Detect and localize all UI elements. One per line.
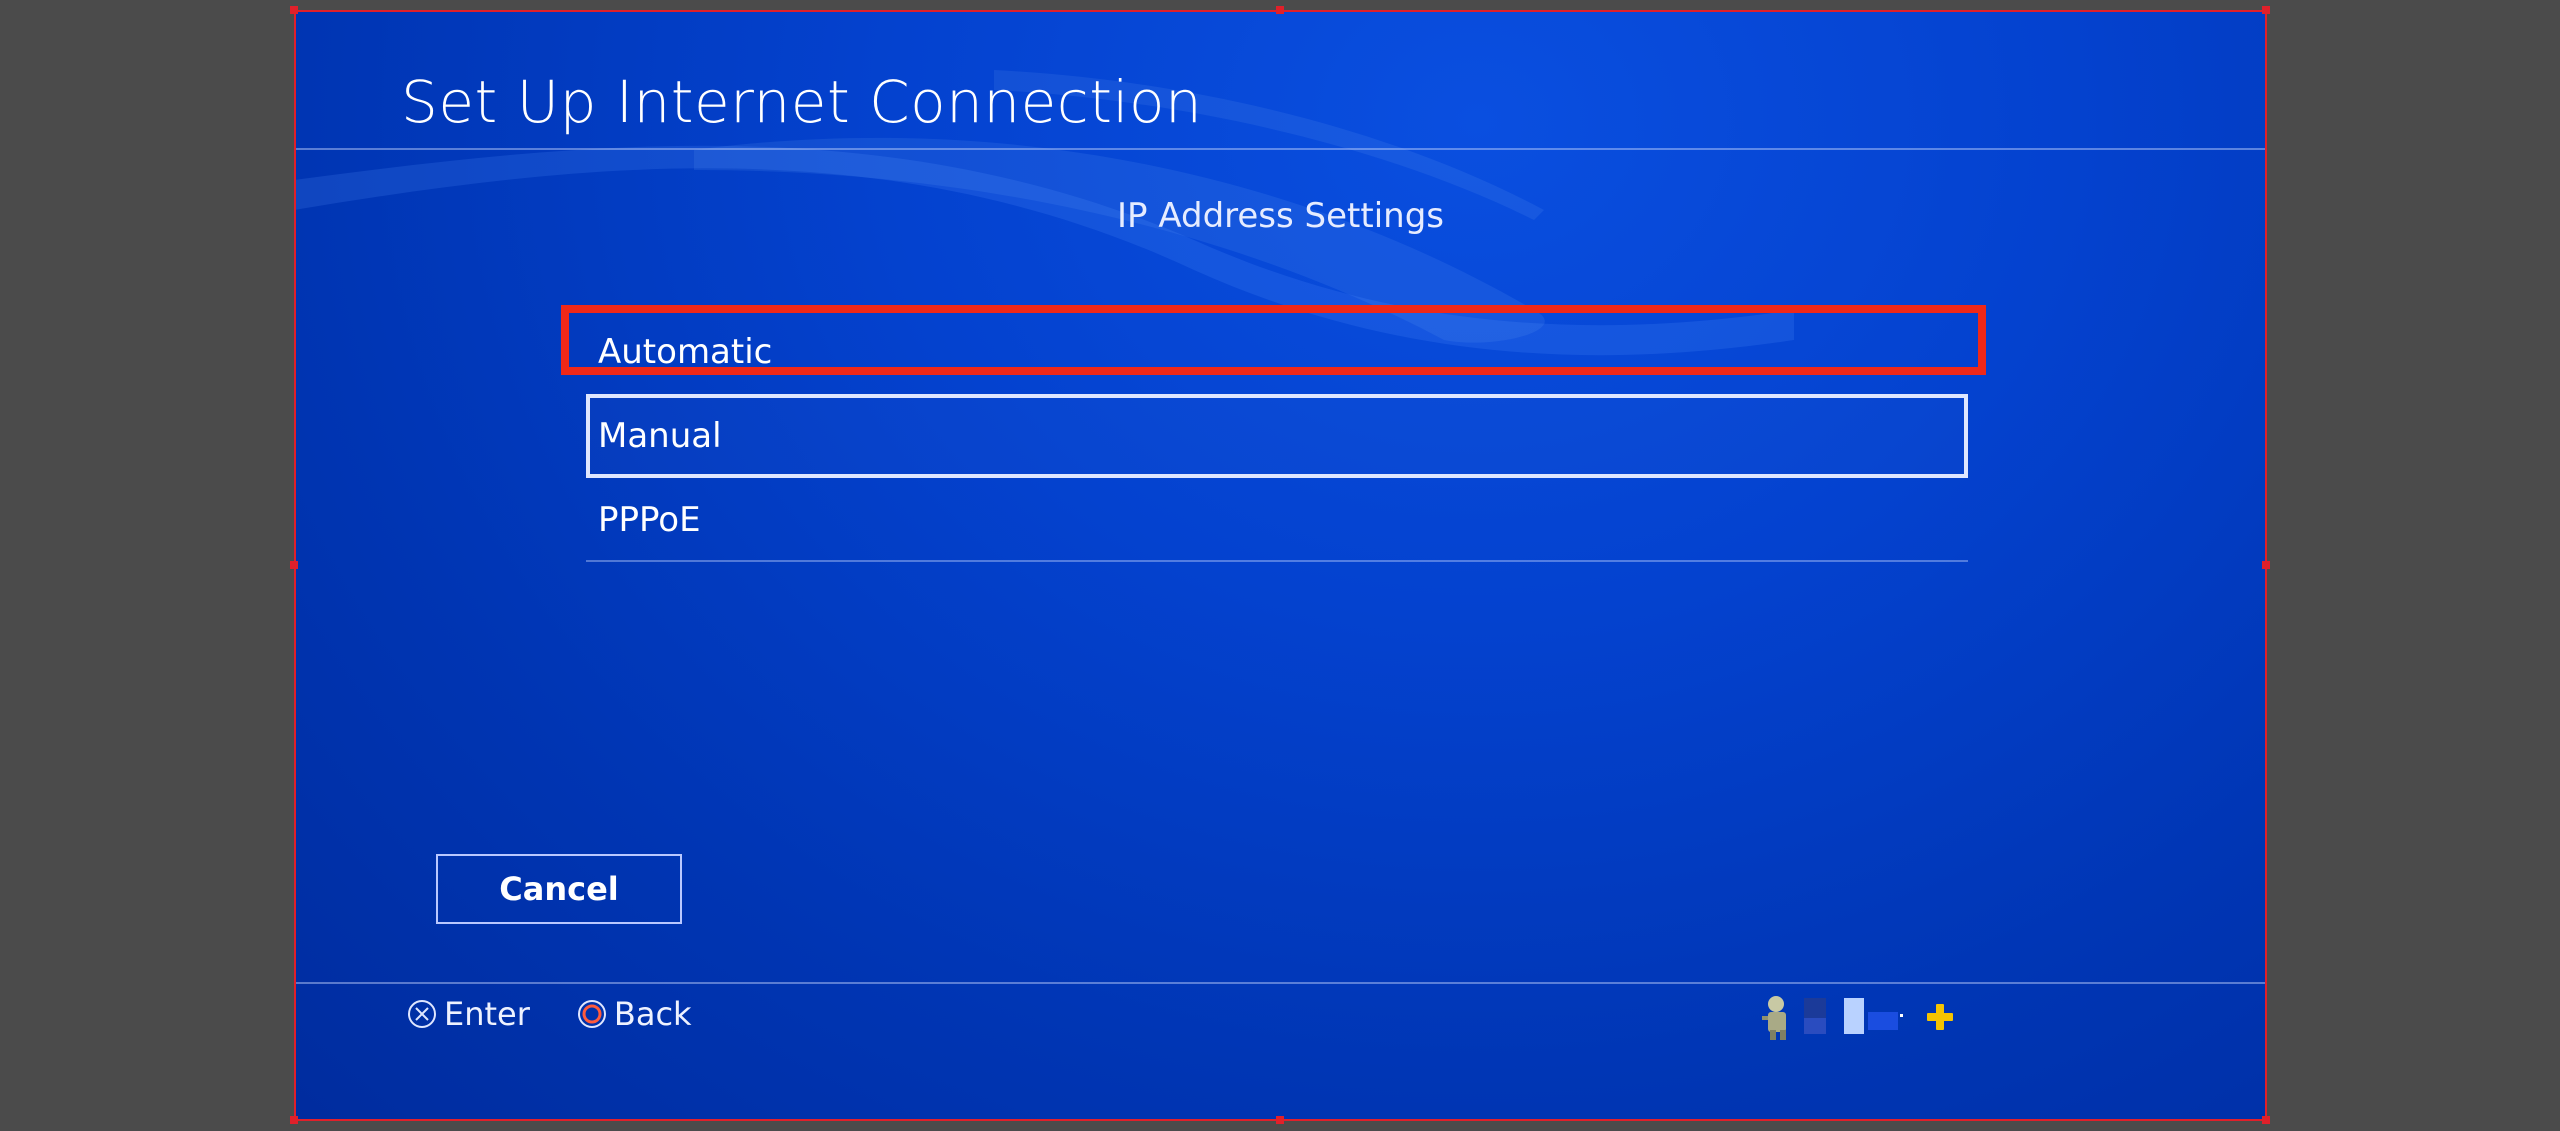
playstation-plus-icon bbox=[1927, 1004, 1953, 1030]
option-pppoe-label: PPPoE bbox=[598, 500, 701, 540]
resize-handle-top[interactable] bbox=[1276, 6, 1284, 14]
resize-handle-bottom-left[interactable] bbox=[290, 1116, 298, 1124]
page-title: Set Up Internet Connection bbox=[401, 68, 1203, 136]
option-automatic-label: Automatic bbox=[598, 332, 773, 372]
circle-button-icon bbox=[577, 1000, 606, 1028]
section-subtitle: IP Address Settings bbox=[1116, 196, 1444, 236]
status-icons bbox=[1762, 996, 1953, 1040]
back-hint: Back bbox=[576, 995, 692, 1033]
button-hints: Enter Back bbox=[406, 995, 738, 1033]
ps4-screen: Set Up Internet Connection IP Address Se… bbox=[294, 10, 2267, 1121]
resize-handle-top-left[interactable] bbox=[290, 6, 298, 14]
resize-handle-top-right[interactable] bbox=[2262, 6, 2270, 14]
resize-handle-left[interactable] bbox=[290, 561, 298, 569]
resize-handle-bottom-right[interactable] bbox=[2262, 1116, 2270, 1124]
back-hint-label: Back bbox=[613, 995, 692, 1033]
option-manual[interactable]: Manual bbox=[586, 394, 1968, 478]
resize-handle-right[interactable] bbox=[2262, 561, 2270, 569]
avatar-icon bbox=[1762, 996, 1786, 1040]
header-divider bbox=[294, 148, 2267, 150]
footer-divider bbox=[294, 982, 2267, 984]
status-blocks-icon bbox=[1804, 998, 1903, 1034]
option-pppoe[interactable]: PPPoE bbox=[586, 478, 1968, 562]
image-editor-canvas: Set Up Internet Connection IP Address Se… bbox=[0, 0, 2560, 1131]
enter-hint: Enter bbox=[406, 995, 530, 1033]
cancel-button[interactable]: Cancel bbox=[436, 854, 682, 924]
enter-hint-label: Enter bbox=[444, 995, 530, 1033]
ip-settings-options: Automatic Manual PPPoE bbox=[586, 310, 1968, 562]
resize-handle-bottom[interactable] bbox=[1276, 1116, 1284, 1124]
cross-button-icon bbox=[408, 1000, 436, 1028]
option-automatic[interactable]: Automatic bbox=[586, 310, 1968, 394]
option-manual-label: Manual bbox=[598, 416, 722, 456]
